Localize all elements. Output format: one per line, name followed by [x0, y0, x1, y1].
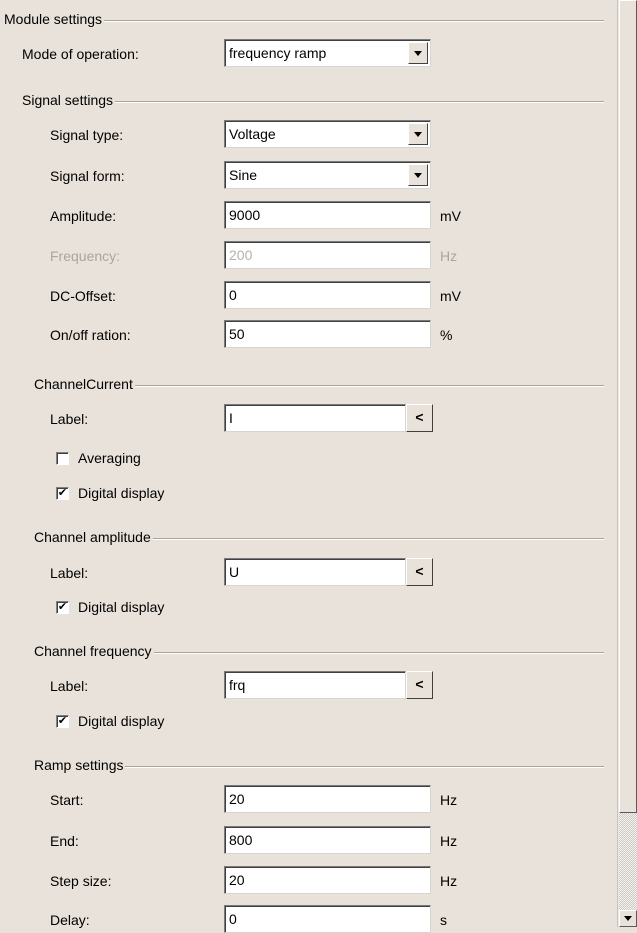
channel-amplitude-digital-display-label: Digital display [78, 599, 165, 615]
signal-type-dropdown[interactable]: Voltage [224, 120, 431, 148]
ramp-settings-title: Ramp settings [34, 757, 126, 773]
averaging-checkbox[interactable] [56, 452, 69, 465]
averaging-label: Averaging [78, 450, 141, 466]
channel-current-title: ChannelCurrent [34, 376, 135, 392]
scrollbar-track[interactable] [619, 813, 637, 910]
ramp-delay-input[interactable]: 0 [224, 905, 431, 933]
dc-offset-input[interactable]: 0 [224, 281, 431, 309]
signal-form-dropdown[interactable]: Sine [224, 161, 431, 189]
ramp-end-label: End: [50, 833, 79, 849]
channel-current-label-label: Label: [50, 411, 89, 427]
ramp-end-input[interactable]: 800 [224, 826, 431, 854]
channel-frequency-label-input[interactable]: frq [224, 671, 406, 699]
channel-current-digital-display-label: Digital display [78, 485, 165, 501]
ramp-step-size-input[interactable]: 20 [224, 866, 431, 894]
channel-amplitude-picker-button[interactable]: < [406, 558, 433, 586]
ramp-start-unit: Hz [440, 792, 458, 808]
ramp-step-size-unit: Hz [440, 873, 458, 889]
signal-type-value: Voltage [229, 126, 276, 142]
channel-amplitude-digital-display-checkbox[interactable]: ✔ [56, 601, 69, 614]
ramp-start-input[interactable]: 20 [224, 785, 431, 813]
chevron-down-icon[interactable] [408, 42, 428, 64]
signal-type-label: Signal type: [50, 127, 124, 143]
signal-settings-title: Signal settings [22, 92, 116, 108]
channel-amplitude-title: Channel amplitude [34, 529, 153, 545]
signal-form-value: Sine [229, 167, 258, 183]
channel-frequency-digital-display-label: Digital display [78, 713, 165, 729]
vertical-scrollbar[interactable] [617, 0, 637, 927]
mode-of-operation-label: Mode of operation: [22, 46, 139, 62]
channel-amplitude-label-input[interactable]: U [224, 558, 406, 586]
channel-current-picker-button[interactable]: < [406, 404, 433, 432]
frequency-input: 200 [224, 241, 431, 269]
ramp-delay-unit: s [440, 912, 447, 928]
on-off-ratio-label: On/off ration: [50, 327, 131, 343]
channel-frequency-title: Channel frequency [34, 643, 154, 659]
amplitude-input[interactable]: 9000 [224, 201, 431, 229]
ramp-delay-label: Delay: [50, 912, 90, 928]
dc-offset-unit: mV [440, 288, 461, 304]
on-off-ratio-input[interactable]: 50 [224, 320, 431, 348]
signal-form-label: Signal form: [50, 168, 125, 184]
frequency-unit: Hz [440, 248, 458, 264]
ramp-end-unit: Hz [440, 833, 458, 849]
ramp-step-size-label: Step size: [50, 873, 112, 889]
scroll-down-arrow-icon[interactable] [619, 910, 637, 927]
channel-current-digital-display-checkbox[interactable]: ✔ [56, 487, 69, 500]
channel-frequency-digital-display-checkbox[interactable]: ✔ [56, 715, 69, 728]
ramp-start-label: Start: [50, 792, 84, 808]
channel-current-label-input[interactable]: I [224, 404, 406, 432]
scrollbar-thumb[interactable] [619, 0, 637, 813]
dc-offset-label: DC-Offset: [50, 288, 116, 304]
frequency-label: Frequency: [50, 248, 121, 264]
on-off-ratio-unit: % [440, 327, 453, 343]
mode-of-operation-value: frequency ramp [229, 45, 327, 61]
chevron-down-icon[interactable] [408, 123, 428, 145]
module-settings-title: Module settings [4, 11, 105, 27]
channel-frequency-picker-button[interactable]: < [406, 671, 433, 699]
amplitude-label: Amplitude: [50, 208, 117, 224]
channel-frequency-label-label: Label: [50, 678, 89, 694]
channel-amplitude-label-label: Label: [50, 565, 89, 581]
mode-of-operation-dropdown[interactable]: frequency ramp [224, 39, 431, 67]
chevron-down-icon[interactable] [408, 164, 428, 186]
amplitude-unit: mV [440, 208, 461, 224]
